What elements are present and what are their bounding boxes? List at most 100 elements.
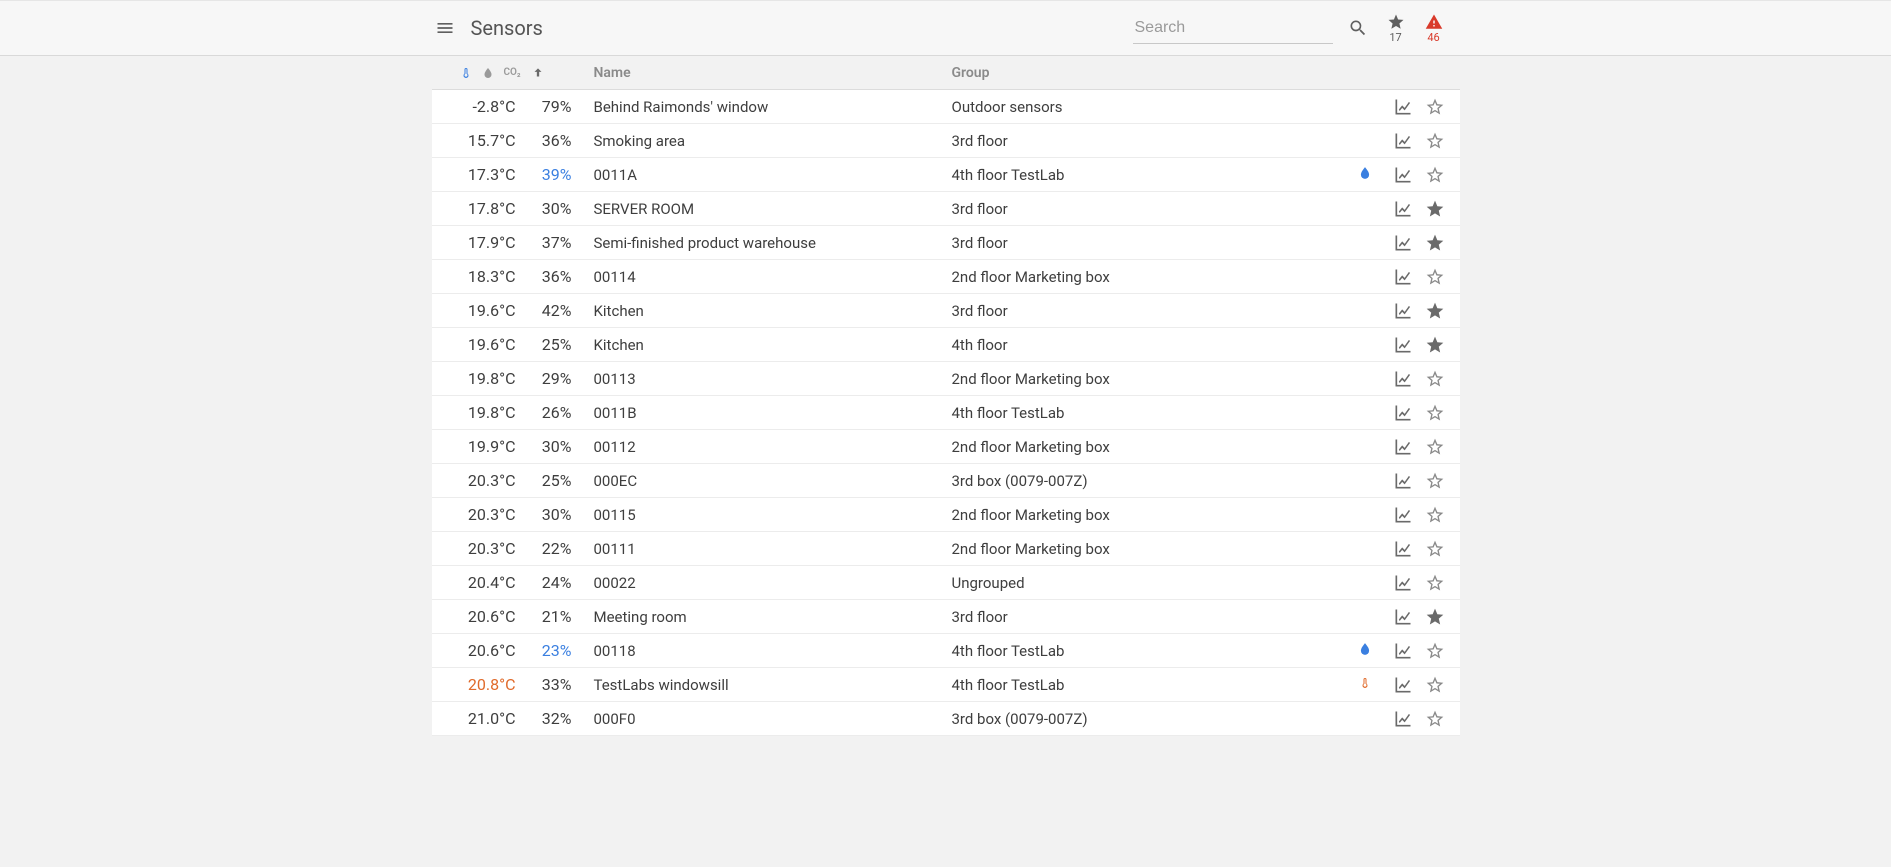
favorite-toggle[interactable] bbox=[1424, 368, 1446, 390]
chart-button[interactable] bbox=[1392, 300, 1414, 322]
cell-temperature: 15.7°C bbox=[432, 131, 522, 150]
co2-header[interactable]: CO₂ bbox=[504, 67, 521, 78]
page-title: Sensors bbox=[471, 16, 543, 40]
chart-button[interactable] bbox=[1392, 368, 1414, 390]
table-row[interactable]: 19.6°C42%Kitchen3rd floor bbox=[432, 294, 1460, 328]
favorite-toggle[interactable] bbox=[1424, 164, 1446, 186]
cell-humidity: 24% bbox=[522, 573, 582, 592]
table-row[interactable]: 20.6°C21%Meeting room3rd floor bbox=[432, 600, 1460, 634]
cell-sensor-name: 000F0 bbox=[582, 710, 952, 728]
chart-button[interactable] bbox=[1392, 674, 1414, 696]
cell-actions bbox=[1380, 130, 1460, 152]
column-header-group[interactable]: Group bbox=[952, 65, 1270, 81]
favorite-toggle[interactable] bbox=[1424, 504, 1446, 526]
cell-actions bbox=[1380, 640, 1460, 662]
chart-button[interactable] bbox=[1392, 606, 1414, 628]
table-row[interactable]: 20.3°C25%000EC3rd box (0079-007Z) bbox=[432, 464, 1460, 498]
chart-button[interactable] bbox=[1392, 402, 1414, 424]
cell-sensor-name: 00115 bbox=[582, 506, 952, 524]
table-row[interactable]: 20.8°C33%TestLabs windowsill4th floor Te… bbox=[432, 668, 1460, 702]
cell-actions bbox=[1380, 572, 1460, 594]
chart-button[interactable] bbox=[1392, 640, 1414, 662]
table-row[interactable]: 18.3°C36%001142nd floor Marketing box bbox=[432, 260, 1460, 294]
menu-button[interactable] bbox=[425, 8, 465, 48]
thermometer-icon[interactable] bbox=[460, 65, 472, 81]
favorite-toggle[interactable] bbox=[1424, 640, 1446, 662]
table-row[interactable]: 19.9°C30%001122nd floor Marketing box bbox=[432, 430, 1460, 464]
cell-sensor-name: 00111 bbox=[582, 540, 952, 558]
table-row[interactable]: 20.3°C22%001112nd floor Marketing box bbox=[432, 532, 1460, 566]
chart-button[interactable] bbox=[1392, 232, 1414, 254]
chart-button[interactable] bbox=[1392, 130, 1414, 152]
table-header: CO₂ Name Group bbox=[432, 56, 1460, 90]
table-row[interactable]: 15.7°C36%Smoking area3rd floor bbox=[432, 124, 1460, 158]
favorite-toggle[interactable] bbox=[1424, 266, 1446, 288]
table-row[interactable]: 19.8°C26%0011B4th floor TestLab bbox=[432, 396, 1460, 430]
chart-button[interactable] bbox=[1392, 708, 1414, 730]
cell-temperature: 20.8°C bbox=[432, 675, 522, 694]
favorite-toggle[interactable] bbox=[1424, 402, 1446, 424]
table-row[interactable]: 17.8°C30%SERVER ROOM3rd floor bbox=[432, 192, 1460, 226]
chart-button[interactable] bbox=[1392, 266, 1414, 288]
chart-button[interactable] bbox=[1392, 504, 1414, 526]
table-row[interactable]: 20.3°C30%001152nd floor Marketing box bbox=[432, 498, 1460, 532]
cell-actions bbox=[1380, 164, 1460, 186]
cell-indicator bbox=[1270, 640, 1380, 661]
favorites-button[interactable]: 17 bbox=[1377, 9, 1415, 47]
cell-actions bbox=[1380, 504, 1460, 526]
humidity-icon[interactable] bbox=[482, 66, 494, 80]
cell-sensor-name: 00022 bbox=[582, 574, 952, 592]
favorite-toggle[interactable] bbox=[1424, 232, 1446, 254]
favorite-toggle[interactable] bbox=[1424, 572, 1446, 594]
table-row[interactable]: 19.6°C25%Kitchen4th floor bbox=[432, 328, 1460, 362]
cell-temperature: 17.9°C bbox=[432, 233, 522, 252]
cell-sensor-name: 000EC bbox=[582, 472, 952, 490]
favorite-toggle[interactable] bbox=[1424, 300, 1446, 322]
cell-group: 4th floor TestLab bbox=[952, 676, 1270, 694]
table-row[interactable]: 19.8°C29%001132nd floor Marketing box bbox=[432, 362, 1460, 396]
alerts-button[interactable]: 46 bbox=[1415, 9, 1453, 47]
column-header-name[interactable]: Name bbox=[582, 65, 952, 81]
chart-button[interactable] bbox=[1392, 96, 1414, 118]
favorite-toggle[interactable] bbox=[1424, 708, 1446, 730]
favorite-toggle[interactable] bbox=[1424, 96, 1446, 118]
table-row[interactable]: 20.6°C23%001184th floor TestLab bbox=[432, 634, 1460, 668]
cell-humidity: 21% bbox=[522, 607, 582, 626]
cell-actions bbox=[1380, 266, 1460, 288]
cell-actions bbox=[1380, 232, 1460, 254]
cell-temperature: 18.3°C bbox=[432, 267, 522, 286]
favorite-toggle[interactable] bbox=[1424, 198, 1446, 220]
table-row[interactable]: -2.8°C79%Behind Raimonds' windowOutdoor … bbox=[432, 90, 1460, 124]
cell-temperature: 20.6°C bbox=[432, 641, 522, 660]
cell-humidity: 79% bbox=[522, 97, 582, 116]
cell-actions bbox=[1380, 334, 1460, 356]
table-row[interactable]: 21.0°C32%000F03rd box (0079-007Z) bbox=[432, 702, 1460, 736]
favorite-toggle[interactable] bbox=[1424, 130, 1446, 152]
favorite-toggle[interactable] bbox=[1424, 538, 1446, 560]
favorite-toggle[interactable] bbox=[1424, 334, 1446, 356]
cell-temperature: 20.3°C bbox=[432, 505, 522, 524]
favorites-count: 17 bbox=[1389, 32, 1401, 43]
table-row[interactable]: 17.9°C37%Semi-finished product warehouse… bbox=[432, 226, 1460, 260]
search-button[interactable] bbox=[1339, 9, 1377, 47]
chart-button[interactable] bbox=[1392, 436, 1414, 458]
cell-sensor-name: Behind Raimonds' window bbox=[582, 98, 952, 116]
chart-button[interactable] bbox=[1392, 334, 1414, 356]
cell-humidity: 30% bbox=[522, 199, 582, 218]
chart-button[interactable] bbox=[1392, 164, 1414, 186]
favorite-toggle[interactable] bbox=[1424, 674, 1446, 696]
chart-button[interactable] bbox=[1392, 538, 1414, 560]
cell-temperature: 20.3°C bbox=[432, 539, 522, 558]
search-input[interactable] bbox=[1133, 13, 1333, 43]
favorite-toggle[interactable] bbox=[1424, 470, 1446, 492]
chart-button[interactable] bbox=[1392, 572, 1414, 594]
cell-group: 2nd floor Marketing box bbox=[952, 540, 1270, 558]
sort-arrow-up-icon[interactable] bbox=[531, 66, 545, 80]
cell-humidity: 39% bbox=[522, 165, 582, 184]
favorite-toggle[interactable] bbox=[1424, 606, 1446, 628]
table-row[interactable]: 17.3°C39%0011A4th floor TestLab bbox=[432, 158, 1460, 192]
table-row[interactable]: 20.4°C24%00022Ungrouped bbox=[432, 566, 1460, 600]
favorite-toggle[interactable] bbox=[1424, 436, 1446, 458]
chart-button[interactable] bbox=[1392, 470, 1414, 492]
chart-button[interactable] bbox=[1392, 198, 1414, 220]
